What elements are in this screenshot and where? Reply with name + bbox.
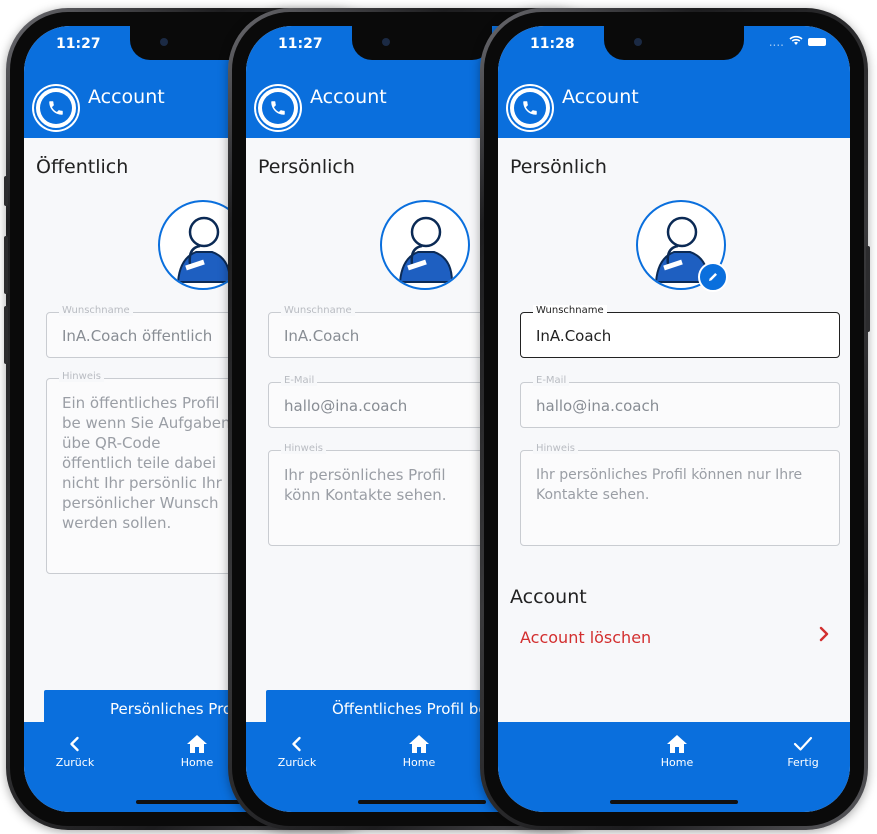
home-indicator[interactable] [610,800,738,804]
toggle-profile-label: Öffentliches Profil be [332,700,488,718]
home-label: Home [180,756,214,769]
home-icon [408,732,430,756]
header-title: Account [562,86,639,108]
section-title: Persönlich [510,156,607,178]
bottom-bar: Home Fertig [498,722,850,812]
notch [604,26,744,60]
email-value: hallo@ina.coach [284,397,408,415]
status-time: 11:27 [278,36,323,52]
email-value: hallo@ina.coach [536,397,660,415]
home-indicator[interactable] [358,800,486,804]
home-label: Home [402,756,436,769]
done-button[interactable]: Fertig [768,732,838,769]
hinweis-text: Ein öffentliches Profil be wenn Sie Aufg… [62,394,231,532]
home-icon [666,732,688,756]
phone-handset-icon[interactable] [508,86,552,130]
pencil-icon[interactable] [698,262,728,292]
phone-handset-icon[interactable] [256,86,300,130]
email-field[interactable]: E-Mail hallo@ina.coach [520,375,840,428]
status-icons: .... [769,35,826,49]
status-time: 11:27 [56,36,101,52]
checkmark-icon [793,732,813,756]
home-button[interactable]: Home [642,732,712,769]
toggle-profile-label: Persönliches Profil [110,700,246,718]
back-button[interactable]: Zurück [262,732,332,769]
email-label: E-Mail [281,375,318,386]
signal-dots: .... [768,35,784,49]
home-label: Home [660,756,694,769]
coach-avatar-icon [380,200,470,290]
home-icon [186,732,208,756]
home-button[interactable]: Home [384,732,454,769]
back-label: Zurück [277,756,317,769]
hinweis-text: Ihr persönliches Profil könn Kontakte se… [284,466,447,504]
delete-account-link[interactable]: Account löschen [520,624,830,654]
delete-account-label: Account löschen [520,628,652,647]
email-label: E-Mail [533,375,570,386]
wunschname-value: InA.Coach [536,327,612,345]
chevron-right-icon [818,626,830,647]
status-time: 11:28 [530,36,575,52]
done-label: Fertig [787,756,819,769]
hinweis-field[interactable]: Hinweis Ihr persönliches Profil können n… [520,443,840,546]
back-label: Zurück [55,756,95,769]
header-title: Account [88,86,165,108]
screen-3: 11:28 .... Account Persönlich Wunschname… [498,26,850,812]
app-bar: Account [498,76,850,138]
chevron-left-icon [289,732,305,756]
phone-handset-icon[interactable] [34,86,78,130]
notch [352,26,492,60]
wunschname-field[interactable]: Wunschname InA.Coach [520,305,840,358]
hinweis-label: Hinweis [59,371,104,382]
section-title: Öffentlich [36,156,129,178]
wunschname-label: Wunschname [59,305,133,316]
header-title: Account [310,86,387,108]
account-section-title: Account [510,586,587,608]
wunschname-label: Wunschname [281,305,355,316]
home-button[interactable]: Home [162,732,232,769]
wunschname-value: InA.Coach [284,327,360,345]
chevron-left-icon [67,732,83,756]
wifi-icon [789,35,803,49]
hinweis-label: Hinweis [533,443,578,454]
section-title: Persönlich [258,156,355,178]
back-button[interactable]: Zurück [40,732,110,769]
phone-frame-3: 11:28 .... Account Persönlich Wunschname… [480,8,870,830]
hinweis-label: Hinweis [281,443,326,454]
wunschname-label: Wunschname [533,305,607,316]
wunschname-value: InA.Coach öffentlich [62,327,213,345]
hinweis-text: Ihr persönliches Profil können nur Ihre … [536,467,803,503]
battery-icon [808,38,826,46]
